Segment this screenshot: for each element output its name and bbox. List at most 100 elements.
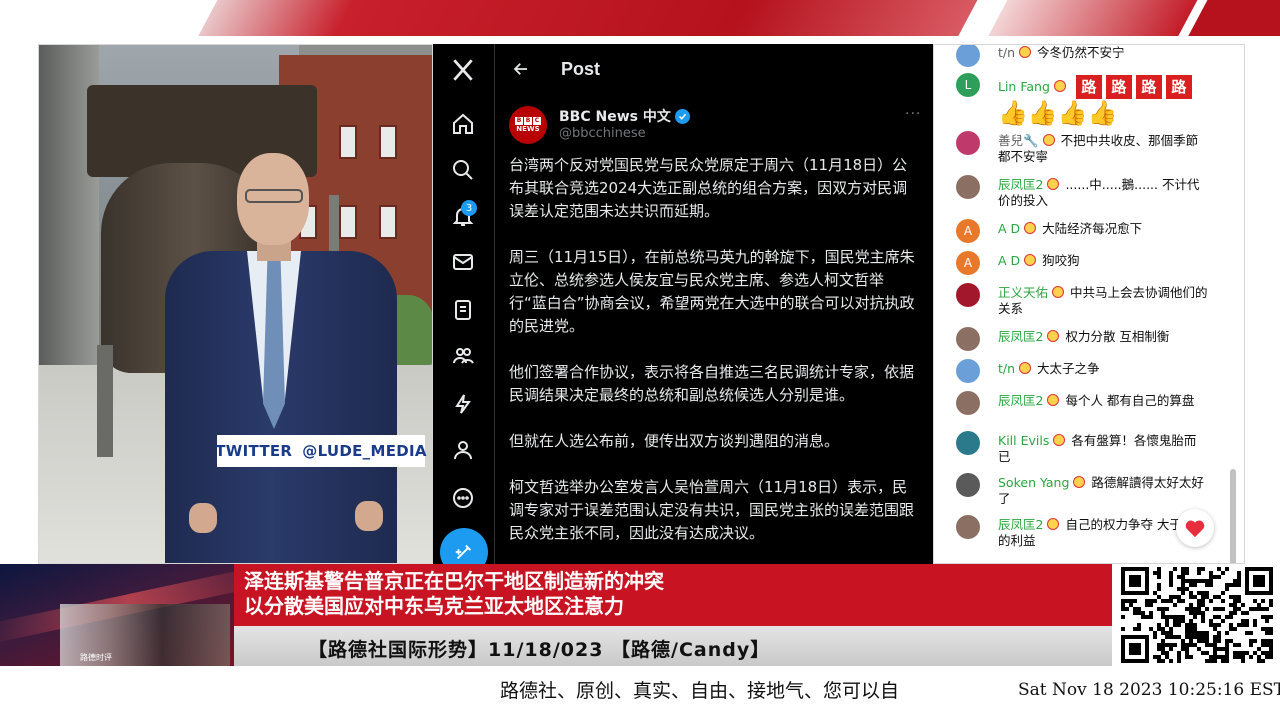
chat-author[interactable]: t/n	[998, 45, 1015, 60]
chat-avatar[interactable]: A	[956, 251, 980, 275]
chat-avatar[interactable]	[956, 515, 980, 539]
member-badge-icon	[1024, 254, 1037, 266]
more-circle-icon[interactable]	[447, 482, 479, 514]
chat-avatar[interactable]	[956, 45, 980, 67]
twitter-handle-tag: TWITTER @LUDE_MEDIA	[215, 435, 427, 467]
headline: 泽连斯基警告普京正在巴尔干地区制造新的冲突 以分散美国应对中东乌克兰亚太地区注意…	[244, 569, 664, 619]
twitter-tag-handle: @LUDE_MEDIA	[302, 442, 427, 460]
chat-text: 狗咬狗	[1042, 253, 1080, 268]
chat-avatar[interactable]	[956, 431, 980, 455]
chat-avatar[interactable]	[956, 131, 980, 155]
chat-author[interactable]: 善兒🔧	[998, 133, 1039, 148]
chat-author[interactable]: 辰凤匡2	[998, 393, 1043, 408]
post-paragraph: 周三（11月15日），在前总统马英九的斡旋下，国民党主席朱立伦、总统参选人侯友宜…	[509, 248, 915, 335]
stream-frame: TWITTER @LUDE_MEDIA 3 Post B B C NEWS BB…	[0, 0, 1280, 720]
chat-avatar[interactable]	[956, 391, 980, 415]
post-paragraph: 台湾两个反对党国民党与民众党原定于周六（11月18日）公布其联合竞选2024大选…	[509, 156, 908, 220]
communities-icon[interactable]	[447, 340, 479, 372]
member-badge-icon	[1053, 79, 1066, 92]
chat-avatar[interactable]	[956, 283, 980, 307]
messages-mail-icon[interactable]	[447, 246, 479, 278]
x-logo-icon[interactable]	[447, 54, 479, 86]
chat-author[interactable]: 辰凤匡2	[998, 329, 1043, 344]
avatar-news-text: NEWS	[516, 124, 540, 133]
member-badge-icon	[1047, 394, 1060, 406]
lists-icon[interactable]	[447, 294, 479, 326]
author-name-text: BBC News 中文	[559, 109, 671, 125]
chat-avatar[interactable]	[956, 175, 980, 199]
chat-text: 每个人 都有自己的算盘	[1065, 393, 1195, 408]
chat-author[interactable]: Soken Yang	[998, 475, 1069, 490]
program-title: 【路德社国际形势】11/18/023 【路德/Candy】	[308, 639, 771, 661]
x-post-detail: Post BBC NEWS BBC News 中文 @bbcchinese ··…	[495, 44, 933, 564]
lu-sticker: 路	[1075, 75, 1102, 99]
chat-text: 权力分散 互相制衡	[1065, 329, 1170, 344]
chat-author[interactable]: Lin Fang	[998, 79, 1050, 94]
post-paragraph: 但就在人选公布前，便传出双方谈判遇阻的消息。	[509, 432, 840, 450]
chat-text: 大太子之争	[1037, 361, 1100, 376]
headline-line-2: 以分散美国应对中东乌克兰亚太地区注意力	[244, 594, 624, 618]
lu-sticker: 路	[1135, 75, 1162, 99]
thumbnail-caption: 路德时评	[80, 653, 112, 662]
member-badge-icon	[1042, 134, 1055, 146]
chat-avatar[interactable]: A	[956, 219, 980, 243]
chat-author[interactable]: Kill Evils	[998, 433, 1049, 448]
search-icon[interactable]	[447, 154, 479, 186]
lightning-icon[interactable]	[447, 388, 479, 420]
bbc-news-avatar[interactable]: BBC NEWS	[509, 106, 547, 144]
timestamp-clock: Sat Nov 18 2023 10:25:16 EST	[1018, 680, 1280, 700]
chat-text: 今冬仍然不安宁	[1037, 45, 1125, 60]
member-badge-icon	[1024, 222, 1037, 234]
lu-sticker: 路	[1105, 75, 1132, 99]
chat-author[interactable]: A D	[998, 221, 1020, 236]
chat-avatar[interactable]: L	[956, 73, 980, 97]
chat-author[interactable]: t/n	[998, 361, 1015, 376]
post-header-title: Post	[561, 58, 601, 79]
notification-count-badge: 3	[461, 200, 477, 216]
member-badge-icon	[1019, 46, 1032, 58]
post-header: Post	[495, 44, 933, 94]
chat-scrollbar[interactable]	[1230, 469, 1236, 563]
chat-text: 大陆经济每况愈下	[1042, 221, 1143, 236]
member-badge-icon	[1047, 330, 1060, 342]
chat-avatar[interactable]	[956, 359, 980, 383]
member-badge-icon	[1047, 518, 1060, 530]
back-arrow-icon[interactable]	[509, 57, 533, 81]
chat-avatar[interactable]	[956, 473, 980, 497]
profile-icon[interactable]	[447, 434, 479, 466]
post-paragraph: 柯文哲选举办公室发言人吴怡萱周六（11月18日）表示，民调专家对于误差范围认定没…	[509, 478, 915, 542]
chat-author[interactable]: 辰凤匡2	[998, 177, 1043, 192]
chat-author[interactable]: 辰凤匡2	[998, 517, 1043, 532]
program-bar: 【路德社国际形势】11/18/023 【路德/Candy】	[234, 626, 1112, 666]
twitter-tag-prefix: TWITTER	[215, 442, 293, 460]
member-badge-icon	[1053, 434, 1066, 446]
member-badge-icon	[1019, 362, 1032, 374]
member-badge-icon	[1052, 286, 1065, 298]
headline-line-1: 泽连斯基警告普京正在巴尔干地区制造新的冲突	[244, 569, 664, 593]
post-more-menu-icon[interactable]: ···	[905, 106, 921, 122]
member-badge-icon	[1047, 178, 1060, 190]
compose-post-button[interactable]	[440, 528, 488, 564]
thumbs-up-emojis: 👍👍👍👍	[998, 99, 1118, 127]
author-handle[interactable]: @bbcchinese	[559, 126, 646, 141]
qr-code-icon	[1114, 564, 1280, 666]
member-badge-icon	[1073, 476, 1086, 488]
author-name[interactable]: BBC News 中文	[559, 106, 690, 126]
x-post-window: 3 Post B B C NEWS BBC News 中文 @bbcchines…	[433, 44, 933, 564]
lu-sticker: 路	[1165, 75, 1192, 99]
lower-third: 路德时评 泽连斯基警告普京正在巴尔干地区制造新的冲突 以分散美国应对中东乌克兰亚…	[0, 564, 1280, 666]
headline-bar: 泽连斯基警告普京正在巴尔干地区制造新的冲突 以分散美国应对中东乌克兰亚太地区注意…	[234, 564, 1112, 626]
post-author-row: BBC NEWS BBC News 中文 @bbcchinese ···	[509, 106, 929, 146]
home-icon[interactable]	[447, 108, 479, 140]
verified-badge-icon	[674, 108, 690, 124]
host-video: TWITTER @LUDE_MEDIA	[38, 44, 433, 564]
post-paragraph: 他们签署合作协议，表示将各自推选三名民调统计专家，依据民调结果决定最终的总统和副…	[509, 363, 915, 404]
top-banner	[0, 0, 1280, 36]
heart-reaction-button[interactable]	[1176, 509, 1214, 547]
scrolling-ticker: 路德社、原创、真实、自由、接地气、您可以自	[500, 680, 900, 702]
chat-author[interactable]: A D	[998, 253, 1020, 268]
chat-avatar[interactable]	[956, 327, 980, 351]
x-sidebar-nav: 3	[433, 44, 495, 564]
chat-author[interactable]: 正义天佑	[998, 285, 1048, 300]
post-body: 台湾两个反对党国民党与民众党原定于周六（11月18日）公布其联合竞选2024大选…	[509, 154, 919, 564]
